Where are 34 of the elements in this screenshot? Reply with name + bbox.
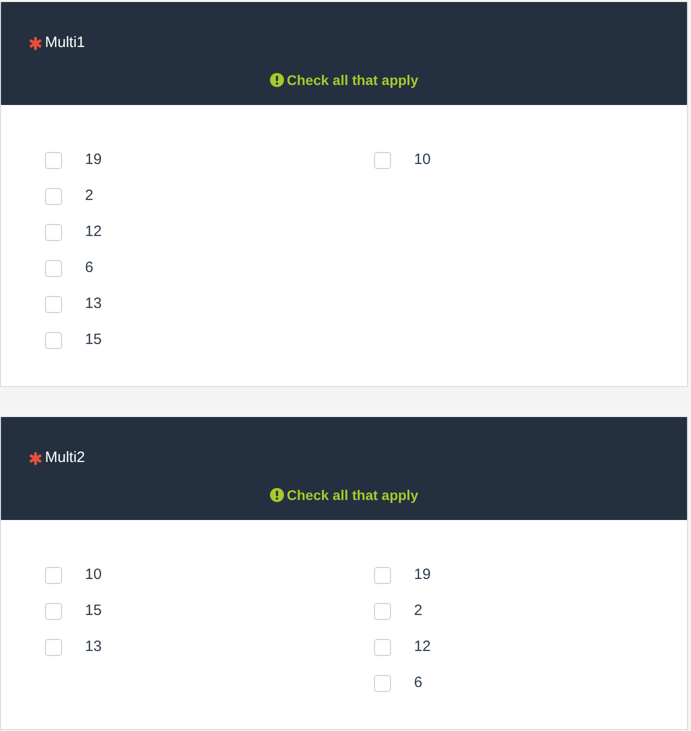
option-label: 2 bbox=[414, 600, 422, 621]
checkbox[interactable] bbox=[374, 602, 391, 620]
option-label: 2 bbox=[85, 186, 94, 206]
option-label: 12 bbox=[414, 636, 431, 657]
option-label: 13 bbox=[85, 636, 102, 657]
option-label: 6 bbox=[414, 672, 422, 693]
checkbox[interactable] bbox=[45, 152, 62, 168]
checkbox[interactable] bbox=[45, 332, 62, 348]
checkbox[interactable] bbox=[374, 674, 391, 692]
option-label: 15 bbox=[85, 600, 102, 621]
option-label: 19 bbox=[414, 564, 431, 585]
option-label: 15 bbox=[85, 330, 102, 350]
checkbox[interactable] bbox=[45, 224, 62, 240]
checkbox[interactable] bbox=[374, 638, 391, 656]
checkbox[interactable] bbox=[374, 152, 391, 168]
checkbox[interactable] bbox=[45, 260, 62, 276]
option-label: 12 bbox=[85, 222, 102, 242]
exclamation-icon bbox=[270, 488, 284, 502]
question-title: Multi2 bbox=[45, 448, 86, 468]
hint-text: Check all that apply bbox=[286, 71, 418, 90]
exclamation-icon bbox=[270, 73, 284, 87]
question-title: Multi1 bbox=[45, 33, 86, 53]
checkbox[interactable] bbox=[45, 188, 62, 204]
checkbox[interactable] bbox=[45, 638, 62, 656]
option-label: 6 bbox=[85, 258, 94, 278]
checkbox[interactable] bbox=[45, 602, 62, 620]
option-label: 10 bbox=[414, 150, 431, 170]
hint-text: Check all that apply bbox=[286, 486, 418, 505]
option-label: 10 bbox=[85, 564, 102, 585]
checkbox[interactable] bbox=[45, 296, 62, 312]
checkbox[interactable] bbox=[45, 566, 62, 584]
checkbox[interactable] bbox=[374, 566, 391, 584]
option-label: 19 bbox=[85, 150, 102, 170]
option-label: 13 bbox=[85, 294, 102, 314]
